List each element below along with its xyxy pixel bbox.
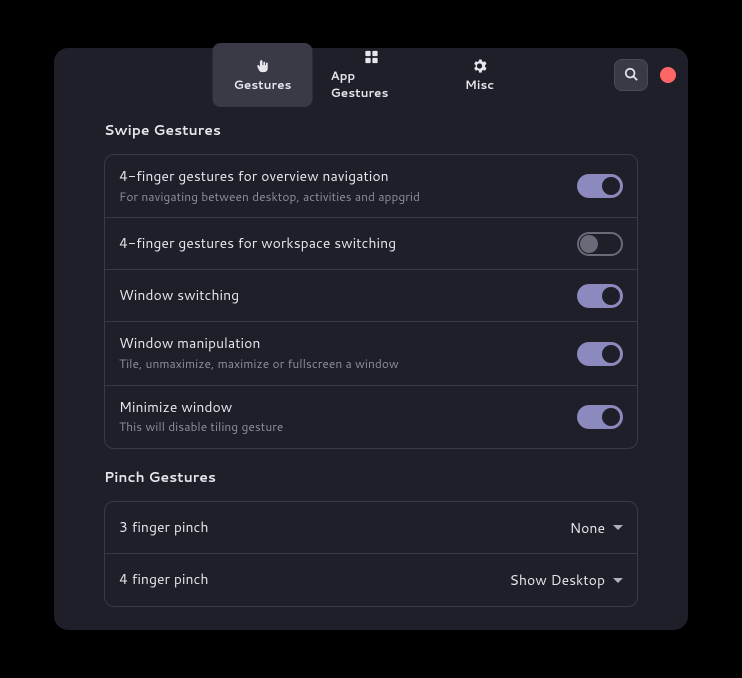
titlebar-right [614, 59, 676, 91]
tab-bar: Gestures App Gestures Misc [213, 43, 530, 107]
toggle-minimize-window[interactable] [577, 405, 623, 429]
tab-label: Gestures [234, 76, 292, 93]
toggle-workspace-switching[interactable] [577, 232, 623, 256]
tab-gestures[interactable]: Gestures [213, 43, 313, 107]
toggle-knob [602, 287, 620, 305]
search-button[interactable] [614, 59, 648, 91]
toggle-knob [602, 177, 620, 195]
row-window-switching: Window switching [105, 270, 637, 322]
dropdown-4-finger-pinch[interactable]: Show Desktop [510, 570, 623, 590]
content-area: Swipe Gestures 4-finger gestures for ove… [54, 102, 688, 630]
row-3-finger-pinch: 3 finger pinch None [105, 502, 637, 554]
tab-misc[interactable]: Misc [430, 43, 530, 107]
row-text: Window manipulation Tile, unmaximize, ma… [119, 334, 561, 372]
row-subtitle: This will disable tiling gesture [119, 419, 561, 436]
grid-icon [364, 49, 378, 65]
gear-icon [473, 58, 487, 74]
row-text: 4-finger gestures for workspace switchin… [119, 234, 561, 254]
row-text: Minimize window This will disable tiling… [119, 398, 561, 436]
close-button[interactable] [660, 67, 676, 83]
dropdown-value: Show Desktop [510, 570, 605, 590]
row-window-manipulation: Window manipulation Tile, unmaximize, ma… [105, 322, 637, 385]
search-icon [624, 64, 638, 87]
row-minimize-window: Minimize window This will disable tiling… [105, 386, 637, 448]
toggle-knob [602, 408, 620, 426]
tab-label: App Gestures [331, 67, 412, 101]
row-title: 4-finger gestures for overview navigatio… [119, 167, 561, 187]
row-4-finger-pinch: 4 finger pinch Show Desktop [105, 554, 637, 606]
toggle-knob [580, 235, 598, 253]
toggle-window-manipulation[interactable] [577, 342, 623, 366]
row-title: 4-finger gestures for workspace switchin… [119, 234, 561, 254]
row-workspace-switching: 4-finger gestures for workspace switchin… [105, 218, 637, 270]
chevron-down-icon [613, 525, 623, 530]
row-title: Minimize window [119, 398, 561, 418]
settings-window: Gestures App Gestures Misc [54, 48, 688, 630]
row-title: Window switching [119, 286, 561, 306]
row-title: 3 finger pinch [119, 518, 554, 538]
titlebar: Gestures App Gestures Misc [54, 48, 688, 102]
row-title: Window manipulation [119, 334, 561, 354]
dropdown-3-finger-pinch[interactable]: None [570, 518, 623, 538]
row-text: 4 finger pinch [119, 570, 494, 590]
swipe-group: 4-finger gestures for overview navigatio… [104, 154, 638, 449]
row-subtitle: For navigating between desktop, activiti… [119, 189, 561, 206]
toggle-overview-navigation[interactable] [577, 174, 623, 198]
chevron-down-icon [613, 578, 623, 583]
toggle-knob [602, 345, 620, 363]
row-title: 4 finger pinch [119, 570, 494, 590]
row-text: 4-finger gestures for overview navigatio… [119, 167, 561, 205]
pinch-group: 3 finger pinch None 4 finger pinch Show … [104, 501, 638, 607]
dropdown-value: None [570, 518, 605, 538]
row-subtitle: Tile, unmaximize, maximize or fullscreen… [119, 356, 561, 373]
row-text: 3 finger pinch [119, 518, 554, 538]
touch-icon [256, 58, 270, 74]
tab-label: Misc [465, 76, 494, 93]
section-title-swipe: Swipe Gestures [104, 120, 638, 140]
row-overview-navigation: 4-finger gestures for overview navigatio… [105, 155, 637, 218]
toggle-window-switching[interactable] [577, 284, 623, 308]
row-text: Window switching [119, 286, 561, 306]
tab-app-gestures[interactable]: App Gestures [313, 43, 430, 107]
section-title-pinch: Pinch Gestures [104, 467, 638, 487]
